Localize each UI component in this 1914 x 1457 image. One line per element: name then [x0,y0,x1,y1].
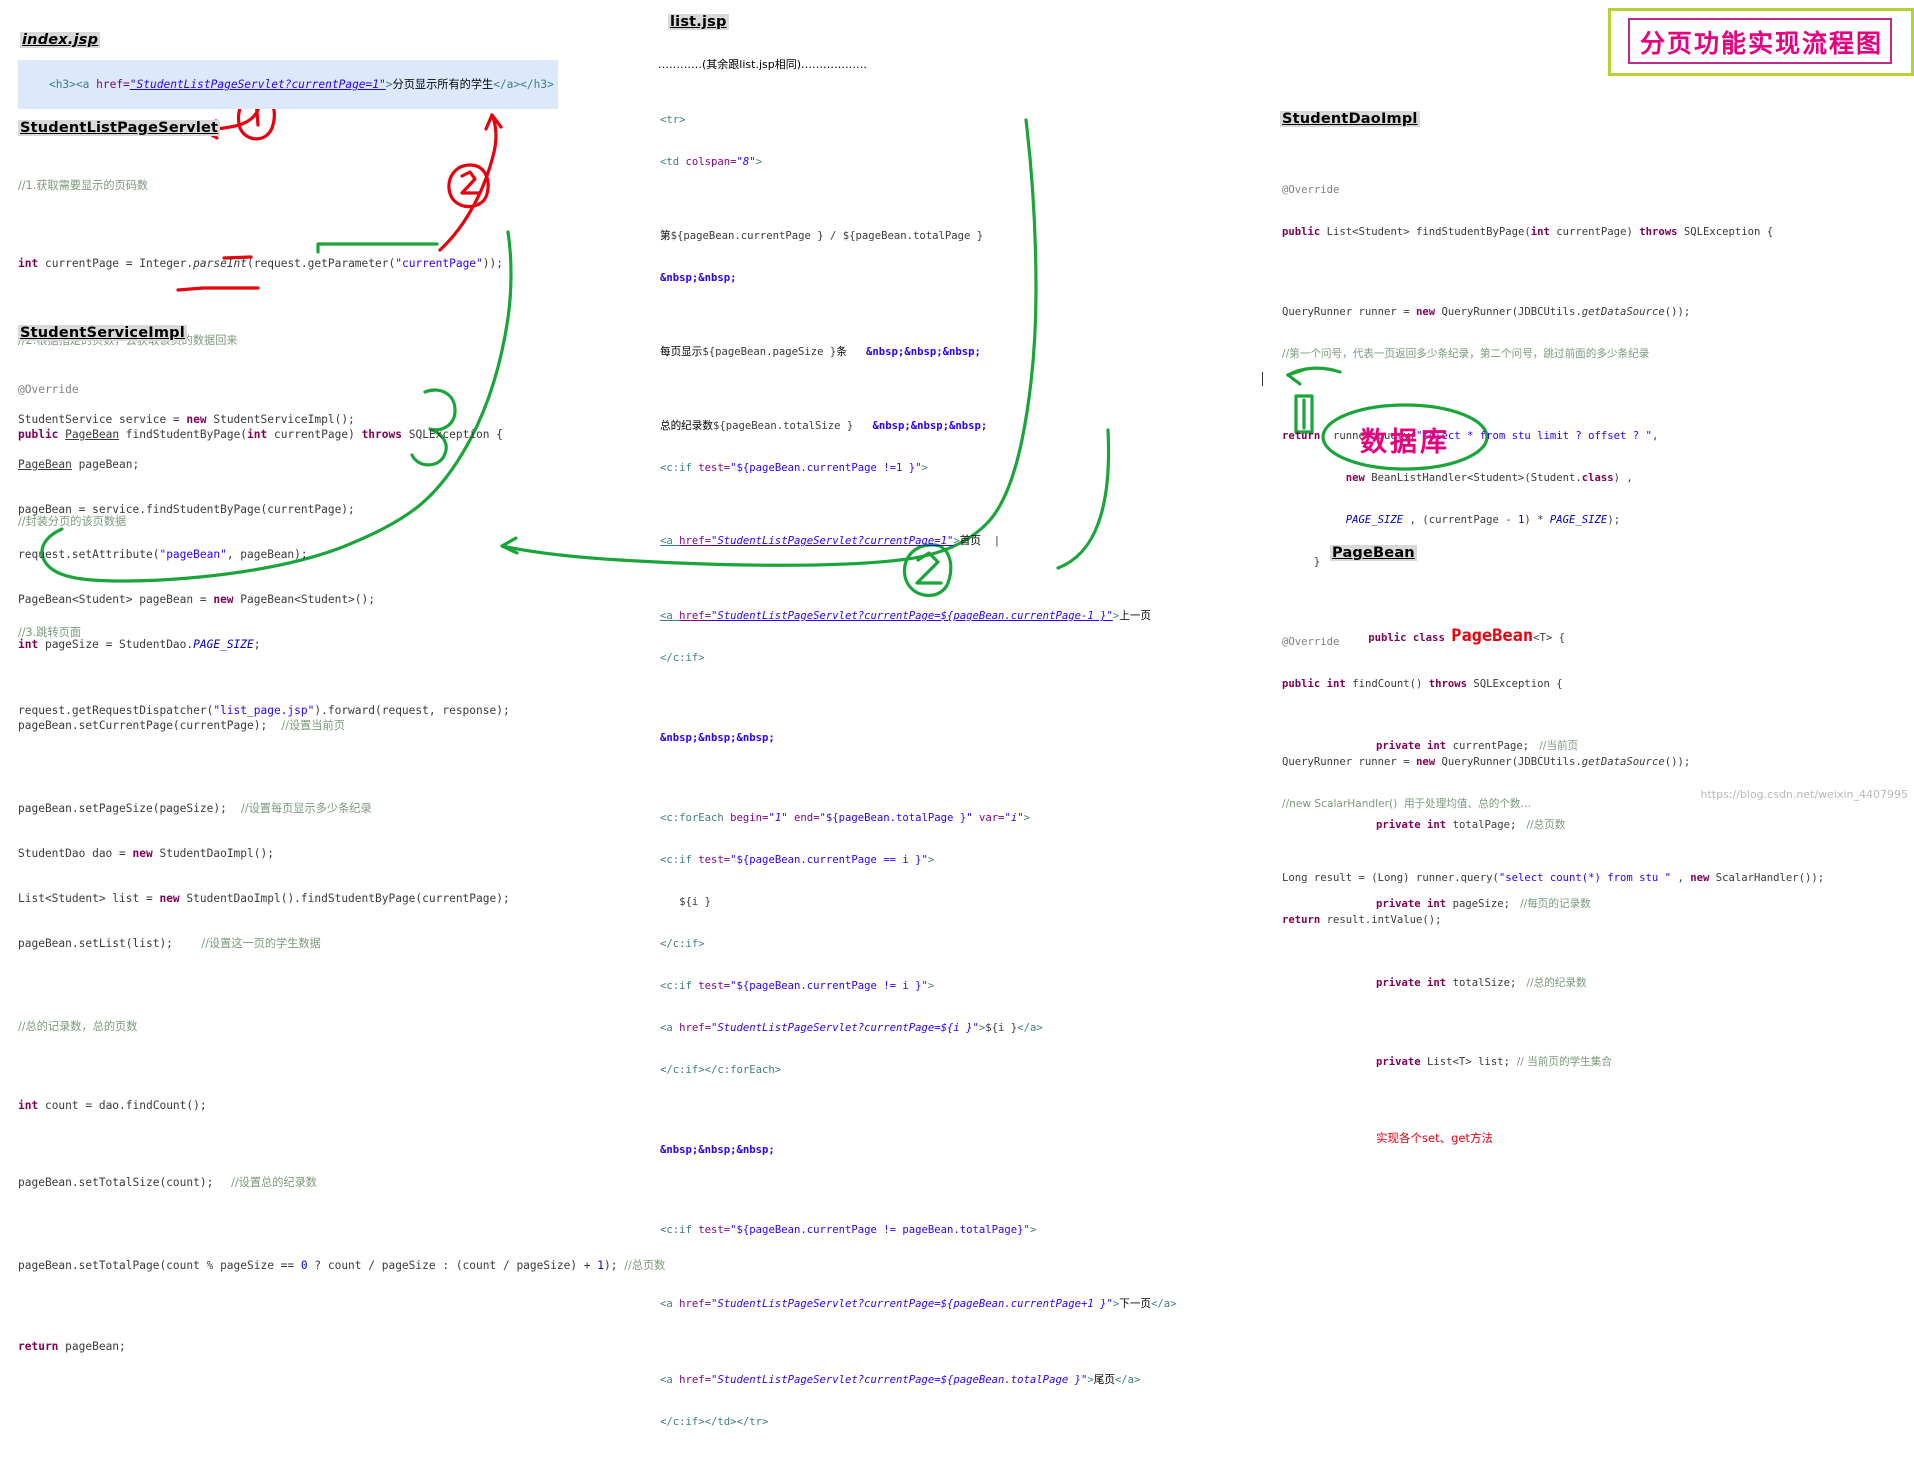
section-heading-page-bean: PageBean [1330,545,1417,561]
text-caret-artifact [1262,372,1263,386]
code-line: <c:if test="${pageBean.currentPage != pa… [660,1224,1037,1236]
code-line: </c:if> [660,652,705,664]
list-jsp-code-block: <tr> <td colspan="8"> 第${pageBean.curren… [660,85,1177,1457]
code-line: pageBean.setTotalSize(count); //设置总的纪录数 [18,1176,317,1189]
code-comment: //封装分页的该页数据 [18,515,127,528]
section-heading-student-service-impl: StudentServiceImpl [18,325,187,341]
service-impl-code-block: @Override public PageBean findStudentByP… [18,352,665,1384]
code-line: <c:if test="${pageBean.currentPage !=1 }… [660,462,928,474]
section-heading-student-dao-impl: StudentDaoImpl [1280,111,1420,127]
code-line: <tr> [660,114,686,126]
code-line: <a href="StudentListPageServlet?currentP… [660,1374,1141,1386]
index-jsp-code-line: <h3><a href="StudentListPageServlet?curr… [18,60,558,109]
section-heading-index-jsp: index.jsp [20,32,101,48]
code-line: <c:if test="${pageBean.currentPage == i … [660,854,935,866]
code-line: private int totalPage; //总页数 [1376,819,1566,831]
title-banner-text: 分页功能实现流程图 [1640,29,1884,58]
code-line: public List<Student> findStudentByPage(i… [1282,226,1774,238]
code-line: private int pageSize; //每页的记录数 [1376,898,1591,910]
code-line: private int currentPage; //当前页 [1376,740,1579,752]
code-annotation: @Override [1282,184,1340,196]
code-line: </c:if></c:forEach> [660,1064,782,1076]
code-line: PAGE_SIZE , (currentPage - 1) * PAGE_SIZ… [1345,514,1621,526]
code-line: 总的纪录数${pageBean.totalSize } &nbsp;&nbsp;… [660,420,988,432]
code-line: <a href="StudentListPageServlet?currentP… [660,535,1001,547]
code-line: 每页显示${pageBean.pageSize }条 &nbsp;&nbsp;&… [660,346,981,358]
code-line: &nbsp;&nbsp; [660,272,737,284]
code-line: public class PageBean<T> { [1368,626,1565,646]
code-line: <c:forEach begin="1" end="${pageBean.tot… [660,812,1031,824]
code-line: pageBean.setCurrentPage(currentPage); //… [18,719,345,732]
section-heading-list-jsp: list.jsp [668,14,729,30]
code-line: <a href="StudentListPageServlet?currentP… [660,1022,1043,1034]
code-line: <td colspan="8"> [660,156,763,168]
code-line: pageBean.setTotalPage(count % pageSize =… [18,1259,666,1272]
code-line: &nbsp;&nbsp;&nbsp; [660,1144,775,1156]
code-line: new BeanListHandler<Student>(Student.cla… [1345,472,1633,484]
code-line: public PageBean findStudentByPage(int cu… [18,428,504,441]
code-comment: //1.获取需要显示的页码数 [18,179,149,192]
code-comment: //第一个问号，代表一页返回多少条纪录，第二个问号，跳过前面的多少条纪录 [1282,348,1650,360]
code-line: QueryRunner runner = new QueryRunner(JDB… [1282,306,1691,318]
code-line: int pageSize = StudentDao.PAGE_SIZE; [18,638,261,651]
watermark-text: https://blog.csdn.net/weixin_4407995 [1700,788,1908,801]
code-line: &nbsp;&nbsp;&nbsp; [660,732,775,744]
code-comment: //总的记录数，总的页数 [18,1020,138,1033]
page-bean-footer-note: 实现各个set、get方法 [1376,1131,1493,1145]
code-line: int count = dao.findCount(); [18,1099,207,1112]
code-line: ${i } [660,896,712,908]
code-line: pageBean.setList(list); //设置这一页的学生数据 [18,937,321,950]
page-bean-code-block: public class PageBean<T> { private int c… [1330,575,1612,1173]
code-line: private int totalSize; //总的纪录数 [1376,977,1587,989]
code-line: 第${pageBean.currentPage } / ${pageBean.t… [660,230,984,242]
list-jsp-ellipsis-note: …………(其余跟list.jsp相同)……………… [658,58,868,71]
code-line: StudentDao dao = new StudentDaoImpl(); [18,847,274,860]
code-line: return pageBean; [18,1340,126,1353]
code-line: <a href="StudentListPageServlet?currentP… [660,610,1152,622]
code-line: PageBean<Student> pageBean = new PageBea… [18,593,375,606]
code-annotation: @Override [18,383,79,396]
code-line: <a href="StudentListPageServlet?currentP… [660,1298,1177,1310]
code-line: </c:if></td></tr> [660,1416,769,1428]
code-line: List<Student> list = new StudentDaoImpl(… [18,892,510,905]
section-heading-student-list-page-servlet: StudentListPageServlet [18,120,221,136]
code-line: int currentPage = Integer.parseInt(reque… [18,257,503,270]
code-line: </c:if> [660,938,705,950]
code-line: private List<T> list; // 当前页的学生集合 [1376,1056,1612,1068]
flow-diagram-canvas: 分页功能实现流程图 index.jsp <h3><a href="Student… [0,0,1914,1428]
code-line: pageBean.setPageSize(pageSize); //设置每页显示… [18,802,372,815]
database-label: 数据库 [1360,427,1450,458]
code-line: <c:if test="${pageBean.currentPage != i … [660,980,935,992]
